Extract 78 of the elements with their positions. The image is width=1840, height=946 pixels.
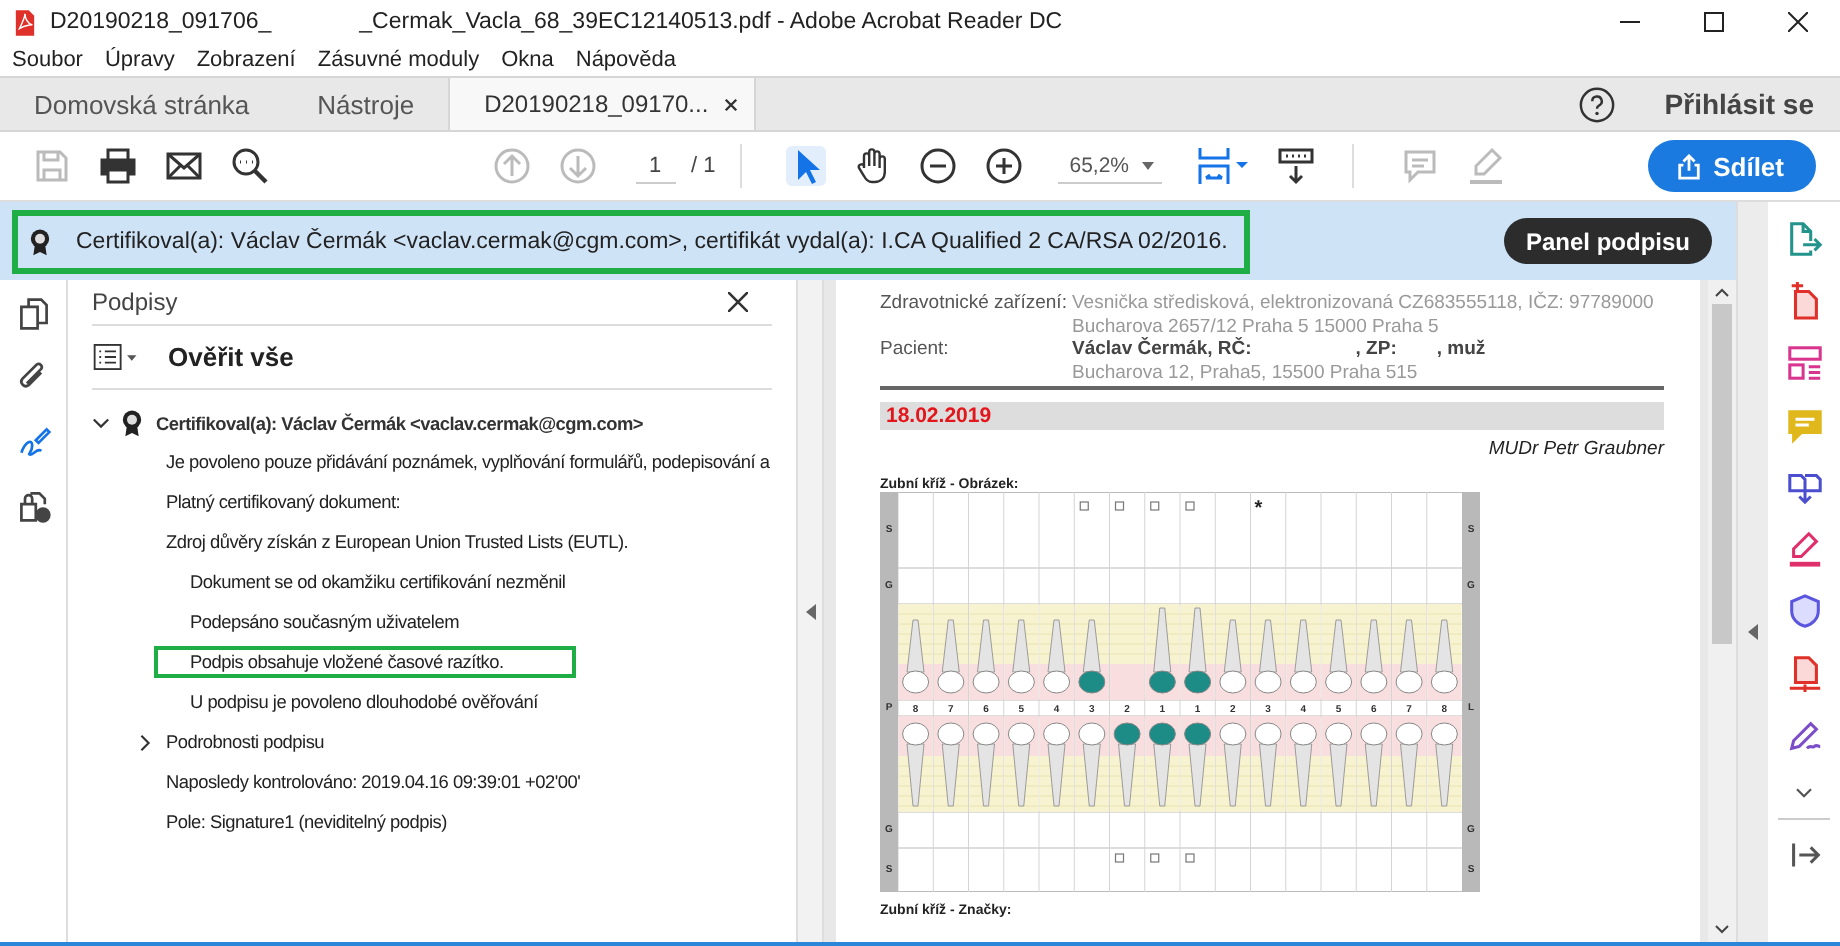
field-value: , ZP: bbox=[1355, 338, 1397, 360]
menu-item[interactable]: Soubor bbox=[12, 48, 83, 72]
signature-detail: Zdroj důvěry získán z European Union Trusted Lists (EUTL). bbox=[164, 530, 631, 556]
tooth-symbol: * bbox=[1254, 498, 1263, 520]
collapse-arrow-icon[interactable] bbox=[805, 603, 815, 619]
field-value: Bucharova 2657/12 Praha 5 15000 Praha 5 bbox=[1072, 316, 1441, 338]
scrollbar-thumb[interactable] bbox=[1712, 304, 1732, 644]
close-icon[interactable] bbox=[724, 97, 739, 111]
zoom-out-icon[interactable] bbox=[918, 146, 959, 186]
field-label: Pacient: bbox=[880, 338, 951, 364]
field-value: , muž bbox=[1436, 338, 1486, 360]
signature-label[interactable]: Certifikoval(a): Václav Čermák <vaclav.cermak@cgm.com> bbox=[156, 413, 643, 433]
tab[interactable]: Nástroje bbox=[283, 78, 449, 130]
fit-page-icon[interactable] bbox=[1193, 146, 1250, 186]
lock-document-icon[interactable] bbox=[15, 488, 51, 524]
window-title: _Cermak_Vacla_68_39EC12140513.pdf - Adobe Acrobat Reader DC bbox=[359, 10, 1063, 34]
tab[interactable]: Domovská stránka bbox=[0, 78, 284, 130]
page-number-field[interactable]: 1 bbox=[635, 149, 675, 183]
doctor-name: MUDr Petr Graubner bbox=[1486, 438, 1664, 460]
page-count: / 1 bbox=[691, 154, 716, 178]
date: 18.02.2019 bbox=[884, 404, 992, 428]
close-icon[interactable] bbox=[728, 292, 748, 312]
share-icon bbox=[1675, 153, 1702, 179]
pen-icon[interactable] bbox=[1785, 716, 1823, 754]
options-menu-icon[interactable] bbox=[92, 344, 140, 370]
field-value: Vesnička středisková, elektronizovaná CZ683555118, IČZ: 97789000 bbox=[1072, 292, 1654, 314]
shield-icon[interactable] bbox=[1785, 592, 1823, 630]
signature-detail: Podepsáno současným uživatelem bbox=[188, 610, 461, 636]
signature-detail: Je povoleno pouze přidávání poznámek, vyplňování formulářů, podepisování a bbox=[164, 450, 772, 476]
export-document-icon[interactable] bbox=[1785, 220, 1823, 258]
signature-panel-button[interactable]: Panel podpisu bbox=[1503, 218, 1712, 264]
zoom-dropdown[interactable]: 65,2% bbox=[1057, 149, 1162, 183]
field-label: Zdravotnické zařízení: bbox=[880, 292, 1069, 318]
document-icon[interactable] bbox=[1785, 654, 1823, 692]
chevron-icon[interactable] bbox=[92, 414, 110, 432]
signature-detail: Platný certifikovaný dokument: bbox=[164, 490, 403, 516]
chevron-icon[interactable] bbox=[136, 733, 154, 751]
menu-item[interactable]: Okna bbox=[501, 48, 554, 72]
menu-item[interactable]: Úpravy bbox=[104, 48, 175, 72]
menu-item[interactable]: Zobrazení bbox=[196, 48, 296, 72]
signature-detail: Dokument se od okamžiku certifikování nezměnil bbox=[188, 570, 568, 596]
signature-detail: Podpis obsahuje vložené časové razítko. bbox=[154, 646, 576, 678]
highlighter-icon[interactable] bbox=[1785, 530, 1823, 568]
field-value: Václav Čermák, RČ: bbox=[1072, 338, 1252, 360]
zoom-in-icon[interactable] bbox=[984, 146, 1025, 186]
share-button[interactable]: Sdílet bbox=[1647, 140, 1816, 192]
verify-all-button[interactable]: Ověřit vše bbox=[168, 342, 294, 372]
maximize-icon[interactable] bbox=[1704, 12, 1724, 32]
scrollbar[interactable] bbox=[1708, 280, 1736, 942]
search-icon[interactable] bbox=[229, 146, 269, 186]
signature-detail: Pole: Signature1 (neviditelný podpis) bbox=[164, 810, 449, 836]
certificate-message: Certifikoval(a): Václav Čermák <vaclav.cermak@cgm.com>, certifikát vydal(a): I.CA Qualified 2 CA/RSA 02/2016. bbox=[12, 209, 1250, 273]
printer-icon[interactable] bbox=[97, 146, 137, 186]
combine-files-icon[interactable] bbox=[1785, 468, 1823, 506]
collapse-arrow-icon[interactable] bbox=[1748, 624, 1758, 640]
signature-detail: U podpisu je povoleno dlouhodobé ověřování bbox=[188, 690, 540, 716]
signature-pen-icon[interactable] bbox=[15, 424, 51, 460]
close-icon[interactable] bbox=[1788, 12, 1808, 32]
scroll-up-icon[interactable] bbox=[1714, 288, 1730, 298]
window-title: D20190218_091706_ bbox=[50, 10, 272, 34]
scroll-mode-icon[interactable] bbox=[1275, 146, 1316, 186]
ribbon-badge-icon bbox=[122, 408, 142, 438]
signature-detail: Naposledy kontrolováno: 2019.04.16 09:39:01 +02'00' bbox=[164, 770, 583, 796]
panel-title: Podpisy bbox=[92, 288, 178, 316]
field-value: Bucharova 12, Praha5, 15500 Praha 515 bbox=[1072, 362, 1420, 384]
tab[interactable]: D20190218_09170... bbox=[448, 78, 757, 130]
signature-detail[interactable]: Podrobnosti podpisu bbox=[158, 726, 333, 758]
ribbon-badge-icon bbox=[30, 225, 50, 257]
menu-item[interactable]: Nápověda bbox=[575, 48, 677, 72]
caret-icon bbox=[1141, 161, 1154, 169]
menu-item[interactable]: Zásuvné moduly bbox=[317, 48, 480, 72]
organize-pages-icon[interactable] bbox=[1785, 344, 1823, 382]
sign-in-button[interactable]: Přihlásit se bbox=[1664, 78, 1840, 130]
pdf-icon bbox=[14, 9, 36, 35]
pointer-icon[interactable] bbox=[786, 146, 827, 186]
pages-icon[interactable] bbox=[15, 296, 51, 332]
help-icon[interactable] bbox=[1578, 85, 1617, 123]
scroll-down-icon[interactable] bbox=[1714, 924, 1730, 934]
